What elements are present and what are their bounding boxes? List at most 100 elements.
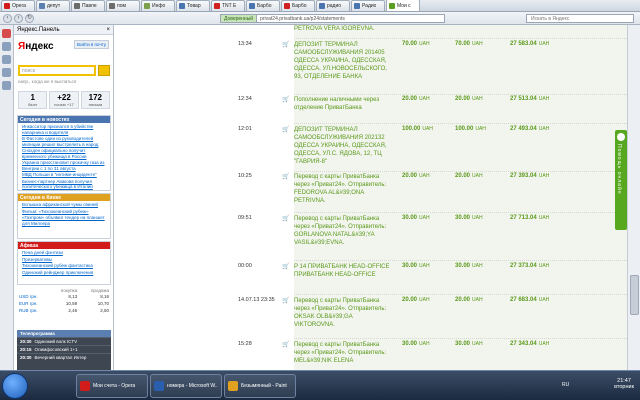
news-item[interactable]: Украина приостановит прокачку газа из Ве… — [18, 159, 110, 171]
currency-sell: 2,50 — [100, 308, 109, 313]
currency-name[interactable]: EUR грн. — [17, 300, 50, 307]
statement-description: Перевод с карты ПриватБанка через «Прива… — [294, 174, 387, 204]
browser-tab[interactable]: Инфо — [141, 0, 175, 11]
forward-button[interactable]: › — [14, 14, 23, 23]
browser-tab[interactable]: Opera — [1, 0, 35, 11]
language-indicator[interactable]: RU — [562, 382, 569, 388]
browser-tab[interactable]: Барбо — [246, 0, 280, 11]
windows-taskbar: Мои счета - Opera номера - Microsoft W...… — [0, 370, 640, 400]
cart-icon: 🛒 — [282, 42, 290, 48]
cart-icon: 🛒 — [282, 298, 290, 304]
taskbar-window-button[interactable]: Мои счета - Opera — [76, 374, 148, 398]
mail-icon[interactable] — [2, 55, 11, 64]
cart-icon: 🛒 — [282, 174, 290, 180]
currency-sell: 8,16 — [100, 294, 109, 299]
statement-row: 12:34 🛒 Пополнение наличными через отделен… — [238, 96, 627, 124]
tab-favicon-icon — [4, 3, 10, 9]
app-icon — [80, 381, 90, 391]
cart-icon: 🛒 — [282, 97, 290, 103]
address-field[interactable]: Доверенный privat24.privatbank.ua/p24/st… — [220, 14, 445, 23]
afisha-title: Сегодня в Киеве — [18, 194, 110, 201]
yandex-panel-title: Яндекс.Панель — [17, 27, 60, 33]
tv-time: 20:30 — [20, 355, 32, 360]
browser-tab[interactable]: TNT E — [211, 0, 245, 11]
back-button[interactable]: ‹ — [3, 14, 12, 23]
browser-tab[interactable]: Радио — [351, 0, 385, 11]
taskbar-window-button[interactable]: Безымянный - Paint — [224, 374, 296, 398]
statement-balance: 27 343.04 UAH — [510, 341, 550, 347]
browser-tab[interactable]: радио — [316, 0, 350, 11]
cart-icon: 🛒 — [282, 216, 290, 222]
tv-program-item[interactable]: 20:30 Вечерний квартал Интер — [17, 353, 111, 361]
browser-tab[interactable]: депут — [36, 0, 70, 11]
mail-widget[interactable]: 172 письма — [80, 91, 110, 109]
search-field[interactable]: Искать в Яндекс — [526, 14, 634, 23]
statement-time: 10:25 — [238, 173, 252, 179]
weather-widget[interactable]: +22 ночью +17 — [49, 91, 79, 109]
url-text: privat24.privatbank.ua/p24/statements — [260, 15, 345, 22]
app-icon — [154, 381, 164, 391]
statement-balance: 27 493.04 UAH — [510, 126, 550, 132]
browser-tab[interactable]: Павле — [71, 0, 105, 11]
taskbar-window-label: Безымянный - Paint — [241, 383, 287, 389]
browser-tab[interactable]: Барбо — [281, 0, 315, 11]
currency-name[interactable]: RUB грн. — [17, 307, 50, 314]
tab-favicon-icon — [179, 3, 185, 9]
statement-amount: 30.00 UAH — [402, 341, 430, 347]
tv-time: 20:30 — [20, 339, 32, 344]
news-item[interactable]: В Фастове один из руководителей милиции … — [18, 135, 110, 147]
statement-amount-card: 30.00 UAH — [455, 341, 483, 347]
bookmarks-icon[interactable] — [2, 29, 11, 38]
online-help-button[interactable]: Помощь онлайн — [615, 130, 627, 230]
statement-row: 00:00 🛒 P 14 ПРИВАТБАНК HEAD-OFFICE ПРИВАТ… — [238, 263, 627, 295]
browser-tab[interactable]: пом — [106, 0, 140, 11]
tab-favicon-icon — [389, 2, 395, 9]
scrollbar-thumb[interactable] — [630, 275, 639, 315]
tv-guide-item[interactable]: Одинокий рейнджер приключения — [18, 269, 110, 276]
statement-row: 10:25 🛒 Перевод с карты ПриватБанка через … — [238, 173, 627, 213]
news-item[interactable]: Снохден официально получит временного уб… — [18, 147, 110, 159]
tab-favicon-icon — [284, 3, 290, 9]
yandex-search-button[interactable] — [98, 65, 110, 76]
notes-icon[interactable] — [2, 81, 11, 90]
tab-label: TNT E — [222, 3, 237, 9]
tv-program-item[interactable]: 20:15 Олимфосовский 1+1 — [17, 345, 111, 353]
history-icon[interactable] — [2, 68, 11, 77]
tab-label: Мои с — [397, 2, 411, 9]
tab-label: Инфо — [152, 3, 166, 9]
statement-amount: 100.00 UAH — [402, 126, 433, 132]
yandex-logo: Яндекс — [18, 41, 54, 52]
tab-label: депут — [47, 3, 61, 9]
currency-buy: 10,59 — [65, 301, 78, 306]
currency-block: покупка продажа USD грн. 8,13 8,16 EUR грн. 1… — [17, 288, 111, 328]
clock[interactable]: 21:47 вторник — [614, 378, 634, 390]
star-icon[interactable] — [2, 42, 11, 51]
news-item[interactable]: МВД Польши в "интиме-инцидентe" — [18, 171, 110, 178]
news-item[interactable]: Инкассатор признался в убийстве напарник… — [18, 123, 110, 135]
tab-favicon-icon — [354, 3, 360, 9]
tv-program-item[interactable]: 20:30 Одинокий волк ICTV — [17, 337, 111, 345]
currency-name[interactable]: USD грн. — [17, 293, 50, 300]
currency-row: EUR грн. 10,59 10,70 — [17, 300, 111, 307]
yandex-search-input[interactable]: поиск — [18, 65, 96, 76]
close-icon[interactable]: × — [106, 27, 110, 33]
start-button[interactable] — [2, 373, 28, 399]
system-tray: RU 21:47 вторник — [560, 374, 638, 398]
traffic-widget[interactable]: 1 балл — [18, 91, 48, 109]
reload-button[interactable]: ↻ — [25, 14, 34, 23]
news-item[interactable]: Бизнес-партнер Авакова получил политичес… — [18, 178, 110, 190]
mail-login-button[interactable]: Войти в почту — [74, 40, 110, 49]
scrollbar[interactable] — [627, 25, 640, 370]
tab-favicon-icon — [144, 3, 150, 9]
afisha-item[interactable]: Вспышка африканской чумы свиней — [18, 201, 110, 208]
statement-amount-card: 30.00 UAH — [455, 215, 483, 221]
page-content: PETROVA VERA IGOREVNA. 13:34 🛒 ДЕПОЗИТ ТЕРМ… — [114, 25, 627, 370]
taskbar-window-button[interactable]: номера - Microsoft W... — [150, 374, 222, 398]
statement-time: 15:28 — [238, 341, 252, 347]
browser-tab[interactable]: Мои с — [386, 0, 420, 11]
search-hint: напр., когда же я выспаться — [18, 79, 77, 84]
statement-time: 09:51 — [238, 215, 252, 221]
afisha-item[interactable]: «Газпром» объявил тендер на планшет для … — [18, 214, 110, 226]
browser-tab[interactable]: Товар — [176, 0, 210, 11]
statement-description: Перевод с карты ПриватБанка через «Прива… — [294, 216, 387, 246]
